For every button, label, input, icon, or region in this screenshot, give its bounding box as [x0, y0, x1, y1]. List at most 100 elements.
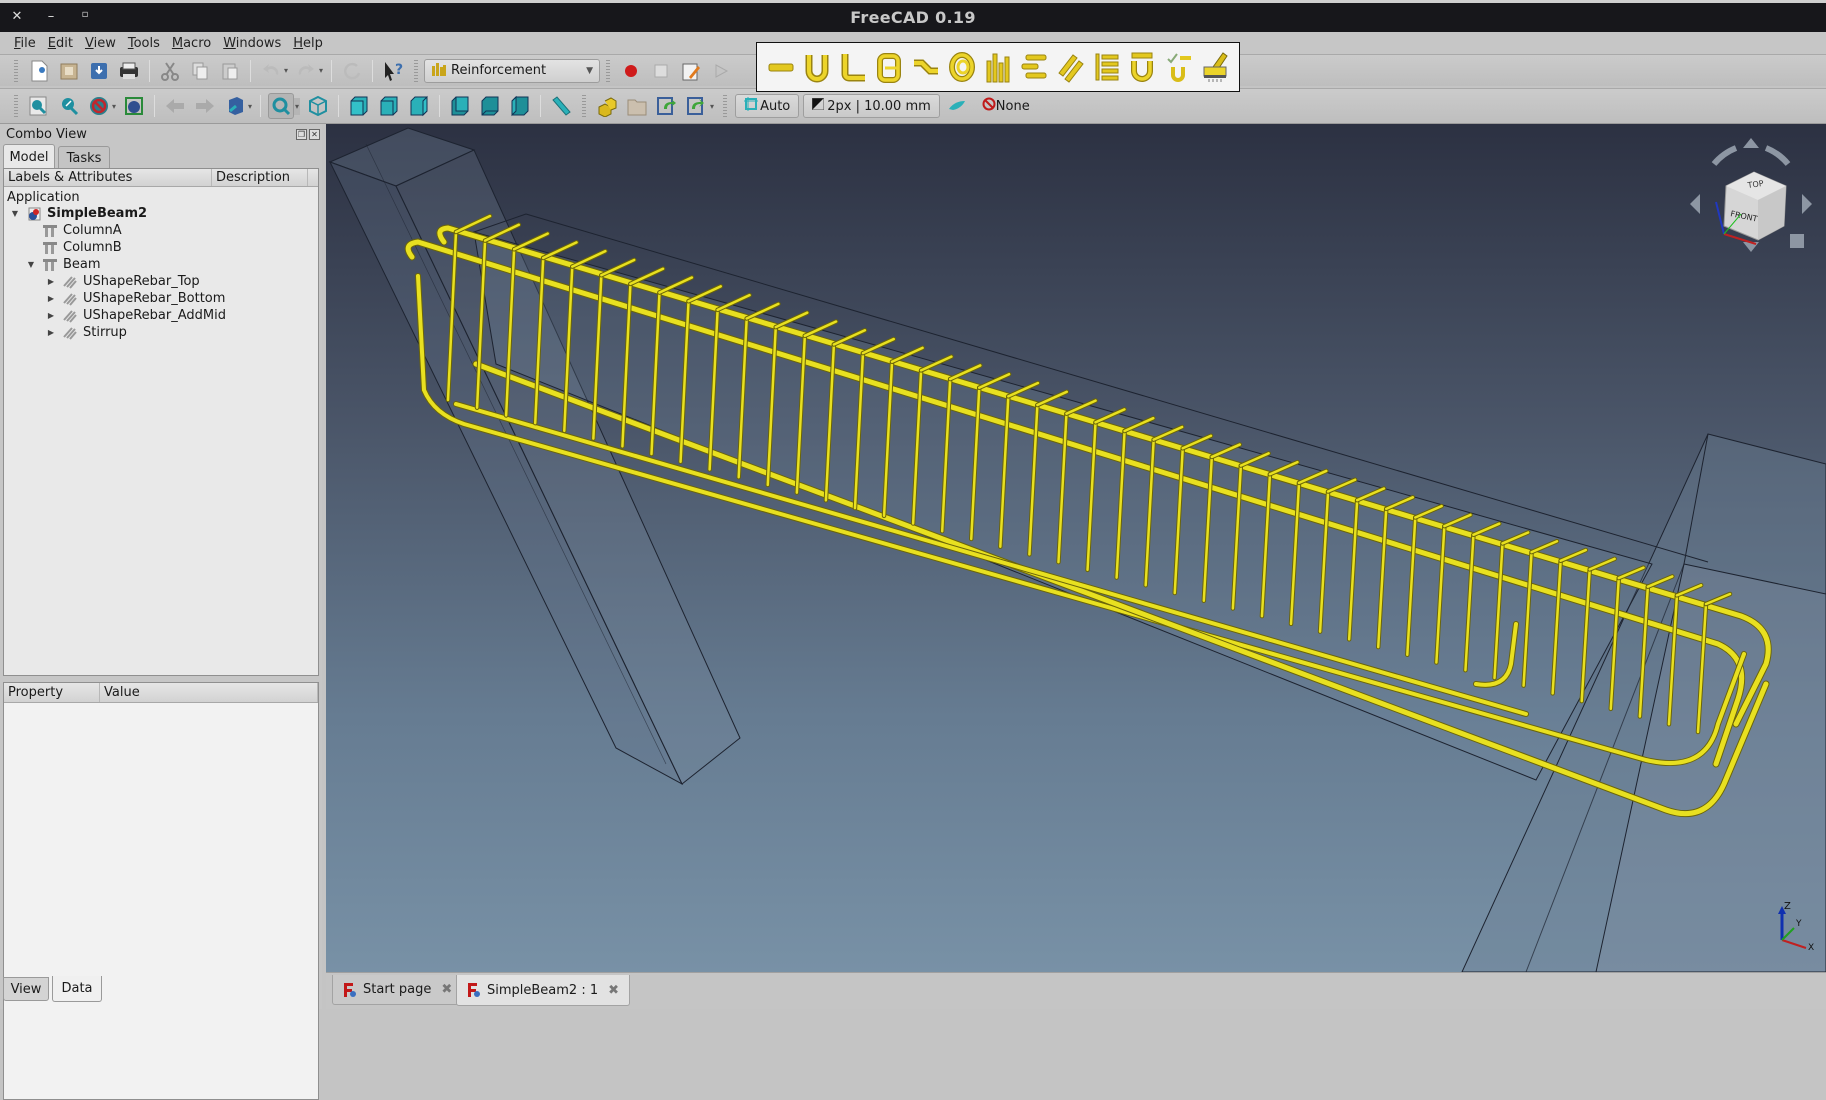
rebar-distribution-icon[interactable] [1165, 51, 1193, 83]
beam-reinforcement-icon[interactable] [1020, 51, 1048, 83]
custom-rebar-icon[interactable] [1128, 51, 1156, 83]
sync-view-icon[interactable] [268, 93, 295, 119]
tree-item-simplebeam2[interactable]: ▼ SimpleBeam2 [10, 205, 147, 222]
pan-right-icon[interactable] [1802, 194, 1812, 214]
close-tab-icon[interactable]: ✖ [441, 982, 452, 997]
bentshape-rebar-icon[interactable] [912, 51, 940, 83]
collapse-arrow-icon[interactable]: ▶ [46, 294, 56, 303]
stop-macro-icon[interactable] [648, 58, 674, 84]
isometric-icon[interactable] [305, 93, 331, 119]
close-window-button[interactable]: ✕ [8, 9, 26, 24]
lshape-rebar-icon[interactable] [839, 51, 867, 83]
construction-mode-button[interactable]: Auto [735, 94, 800, 118]
property-editor[interactable]: Property Value [3, 682, 319, 1100]
paste-icon[interactable] [217, 58, 243, 84]
tree-column-description[interactable]: Description [212, 169, 308, 186]
measure-icon[interactable] [548, 93, 574, 119]
collapse-arrow-icon[interactable]: ▶ [46, 311, 56, 320]
doc-tab-simplebeam2[interactable]: SimpleBeam2 : 1 ✖ [456, 975, 631, 1006]
view-menu-icon[interactable] [1790, 234, 1804, 248]
cut-icon[interactable] [157, 58, 183, 84]
stirrup-icon[interactable] [875, 51, 903, 83]
left-view-icon[interactable] [507, 93, 533, 119]
link-actions-icon[interactable] [684, 93, 710, 119]
expand-arrow-icon[interactable]: ▼ [26, 260, 36, 269]
menu-macro[interactable]: Macro [166, 36, 217, 51]
edit-macro-icon[interactable] [678, 58, 704, 84]
tab-data[interactable]: Data [52, 976, 102, 1002]
sync-view-dropdown[interactable]: ▾ [294, 97, 301, 115]
column-reinforcement-icon[interactable] [984, 51, 1012, 83]
3d-viewport[interactable]: TOP FRONT Z Y X [326, 124, 1826, 973]
new-file-icon[interactable] [26, 58, 52, 84]
pan-up-icon[interactable] [1743, 138, 1759, 148]
run-macro-icon[interactable] [708, 58, 734, 84]
undo-dropdown[interactable]: ▾ [284, 66, 288, 75]
minimize-window-button[interactable]: – [42, 9, 60, 24]
menu-help[interactable]: Help [287, 36, 329, 51]
bottom-view-icon[interactable] [477, 93, 503, 119]
save-icon[interactable] [86, 58, 112, 84]
print-icon[interactable] [116, 58, 142, 84]
std-views-icon[interactable] [222, 93, 248, 119]
menu-view[interactable]: View [79, 36, 122, 51]
tab-model[interactable]: Model [3, 144, 55, 169]
navigation-cube[interactable]: TOP FRONT [1686, 134, 1816, 264]
right-view-icon[interactable] [406, 93, 432, 119]
maximize-window-button[interactable]: ▫ [76, 9, 94, 20]
std-views-dropdown[interactable]: ▾ [248, 102, 252, 111]
front-view-icon[interactable] [346, 93, 372, 119]
refresh-icon[interactable] [339, 58, 365, 84]
tree-item-beam[interactable]: ▼ Beam [26, 256, 101, 273]
tree-item-stirrup[interactable]: ▶ Stirrup [46, 324, 127, 341]
fit-all-icon[interactable] [26, 93, 52, 119]
tree-column-labels[interactable]: Labels & Attributes [4, 169, 212, 186]
bounding-box-icon[interactable] [121, 93, 147, 119]
pan-down-icon[interactable] [1743, 242, 1759, 252]
menu-tools[interactable]: Tools [122, 36, 166, 51]
pan-left-icon[interactable] [1690, 194, 1700, 214]
rotate-left-icon[interactable] [1711, 145, 1738, 167]
forward-icon[interactable] [192, 93, 218, 119]
bar-bending-schedule-icon[interactable] [1201, 51, 1229, 83]
record-macro-icon[interactable] [618, 58, 644, 84]
ushape-rebar-icon[interactable] [803, 51, 831, 83]
close-tab-icon[interactable]: ✖ [608, 983, 619, 998]
tree-item-ushaperebar-bottom[interactable]: ▶ UShapeRebar_Bottom [46, 290, 226, 307]
draw-style-dropdown[interactable]: ▾ [112, 102, 116, 111]
open-file-icon[interactable] [56, 58, 82, 84]
expand-arrow-icon[interactable]: ▼ [10, 209, 20, 218]
group-icon[interactable] [624, 93, 650, 119]
snap-selector[interactable]: None [974, 94, 1038, 118]
fit-selection-icon[interactable] [56, 93, 82, 119]
linewidth-button[interactable]: 2px | 10.00 mm [803, 94, 940, 118]
redo-icon[interactable] [293, 58, 319, 84]
menu-edit[interactable]: Edit [42, 36, 79, 51]
link-icon[interactable] [654, 93, 680, 119]
undo-icon[interactable] [258, 58, 284, 84]
property-column[interactable]: Property [4, 683, 100, 702]
back-icon[interactable] [162, 93, 188, 119]
apply-style-icon[interactable] [944, 93, 970, 119]
model-tree[interactable]: Labels & Attributes Description Applicat… [3, 168, 319, 676]
tree-item-columnb[interactable]: ColumnB [42, 239, 122, 256]
doc-tab-start-page[interactable]: Start page ✖ [332, 975, 464, 1005]
part-icon[interactable] [594, 93, 620, 119]
float-panel-icon[interactable]: ❐ [296, 129, 307, 140]
whats-this-icon[interactable]: ? [380, 58, 406, 84]
helical-rebar-icon[interactable] [948, 51, 976, 83]
top-view-icon[interactable] [376, 93, 402, 119]
toolbar-grip[interactable] [14, 59, 18, 82]
tree-item-ushaperebar-addmid[interactable]: ▶ UShapeRebar_AddMid [46, 307, 226, 324]
tab-view[interactable]: View [3, 977, 49, 1001]
collapse-arrow-icon[interactable]: ▶ [46, 277, 56, 286]
column-a[interactable] [328, 127, 741, 786]
draw-style-icon[interactable] [86, 93, 112, 119]
rear-view-icon[interactable] [447, 93, 473, 119]
tree-item-columna[interactable]: ColumnA [42, 222, 122, 239]
rotate-right-icon[interactable] [1764, 145, 1791, 167]
workbench-selector[interactable]: Reinforcement ▼ [424, 58, 601, 83]
menu-file[interactable]: File [8, 36, 42, 51]
straight-rebar-icon[interactable] [767, 51, 795, 83]
slab-reinforcement-icon[interactable] [1056, 51, 1084, 83]
